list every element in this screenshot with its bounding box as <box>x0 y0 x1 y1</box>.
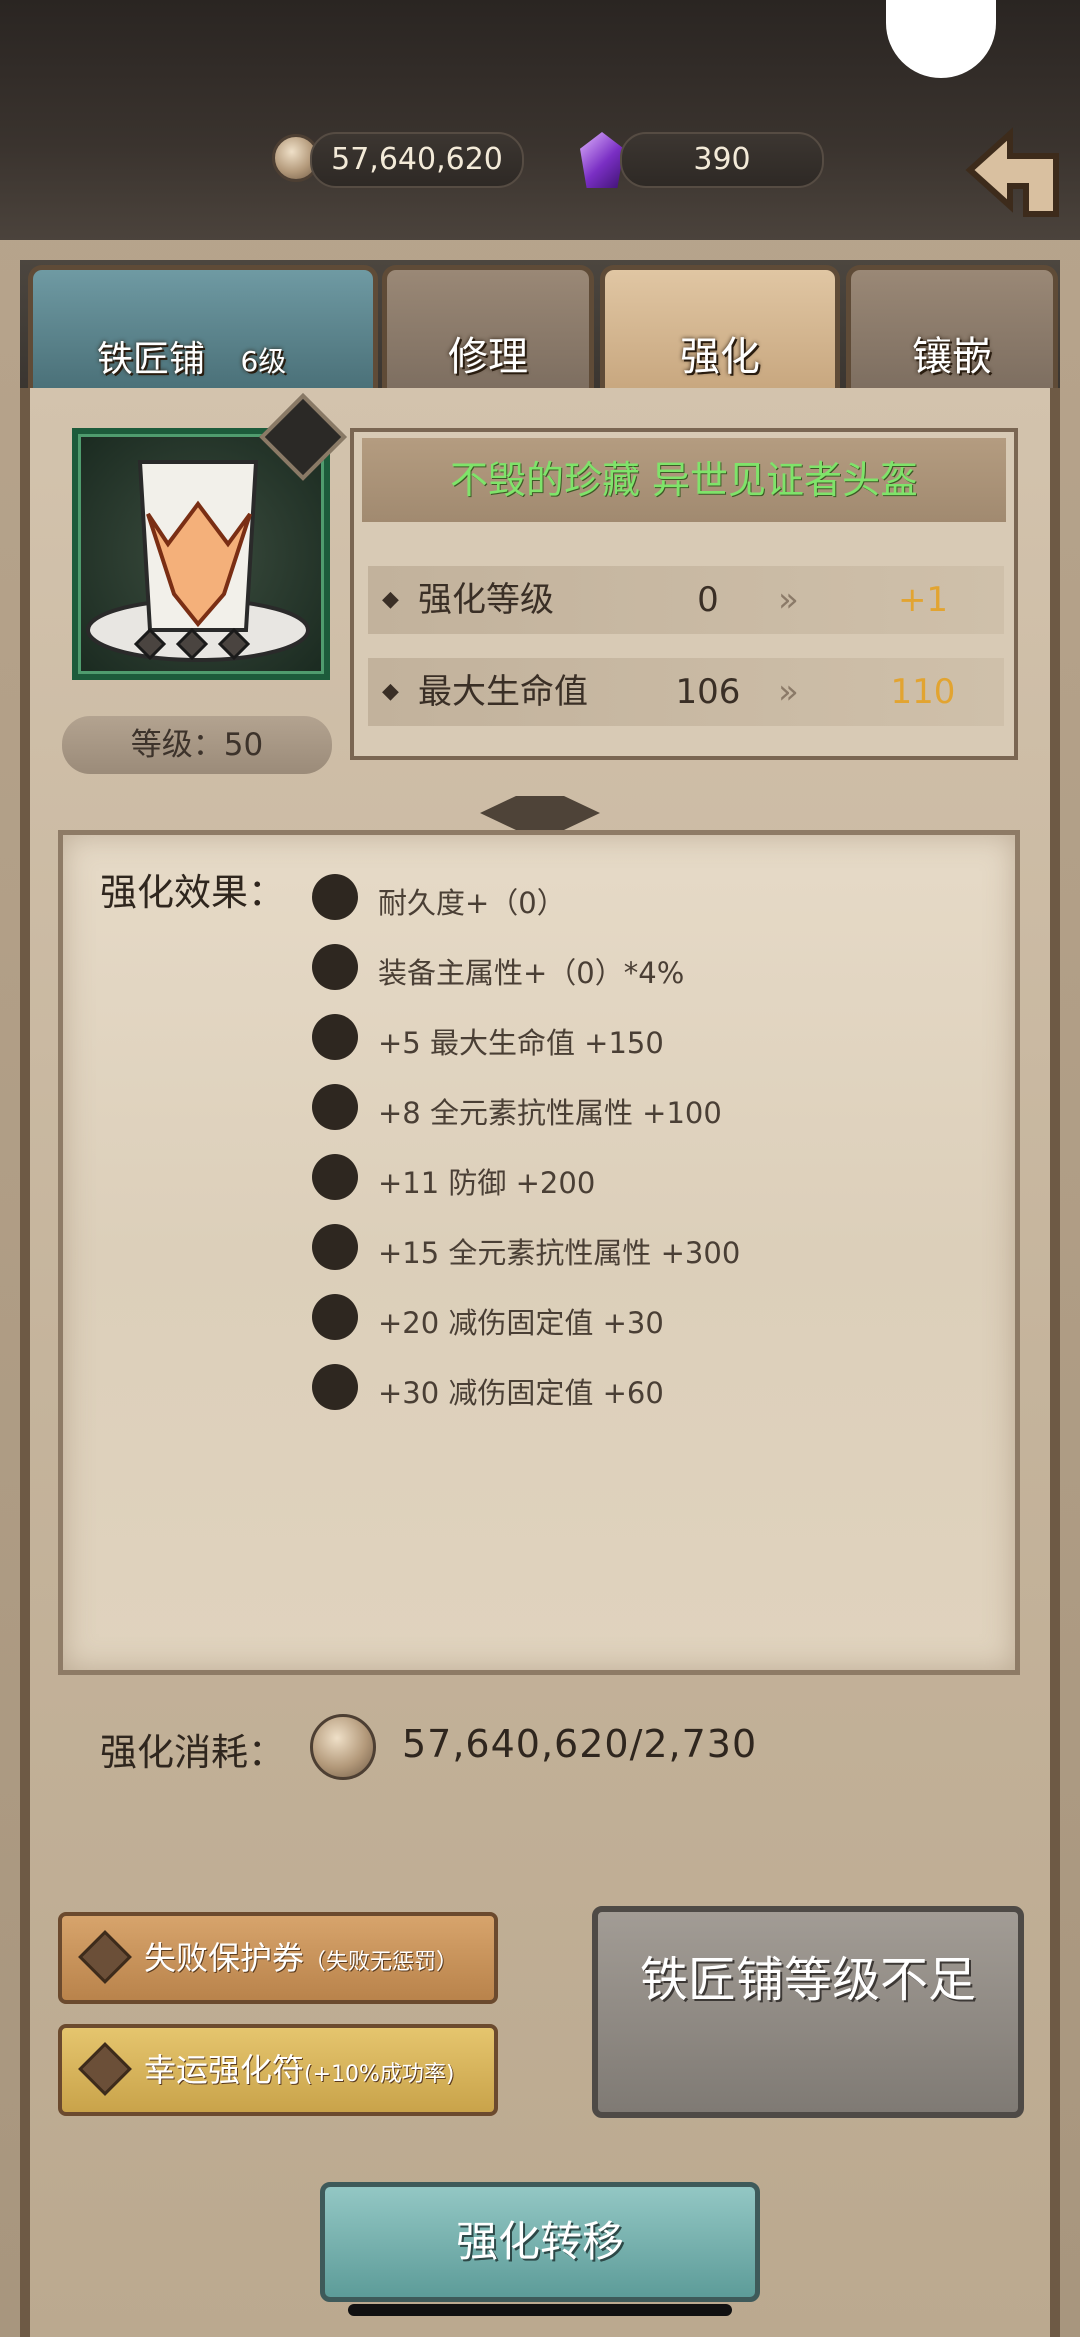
stat-row-max-hp: ◆ 最大生命值 106 » 110 <box>368 658 1004 726</box>
tab-blacksmith-label: 铁匠铺 <box>97 339 206 380</box>
effect-dot-icon <box>312 944 358 990</box>
effect-line: +11 防御 +200 <box>378 1166 596 1200</box>
effect-line: 耐久度+（0） <box>378 886 566 920</box>
lucky-charm-label: 幸运强化符 <box>144 2051 305 2089</box>
helmet-icon <box>86 460 310 662</box>
effect-line: 装备主属性+（0）*4% <box>378 956 685 990</box>
effect-dot-icon <box>312 1364 358 1410</box>
diamond-bullet-icon: ◆ <box>382 587 399 612</box>
gem-amount: 390 <box>620 132 824 188</box>
item-level: 等级：50 <box>62 716 332 774</box>
stat-current: 0 <box>697 580 719 620</box>
home-indicator <box>348 2304 732 2316</box>
tab-inlay-label: 镶嵌 <box>912 334 992 380</box>
effect-line: +8 全元素抗性属性 +100 <box>378 1096 722 1130</box>
checkbox-icon <box>78 1930 132 1984</box>
effect-dot-icon <box>312 1154 358 1200</box>
item-name: 不毁的珍藏 异世见证者头盔 <box>362 438 1006 522</box>
stat-label: 最大生命值 <box>418 672 588 712</box>
effect-line: +15 全元素抗性属性 +300 <box>378 1236 741 1270</box>
effect-dot-icon <box>312 1084 358 1130</box>
effect-dot-icon <box>312 1294 358 1340</box>
checkbox-icon <box>78 2042 132 2096</box>
coin-icon <box>310 1714 376 1780</box>
effect-line: +30 减伤固定值 +60 <box>378 1376 664 1410</box>
failure-protection-button[interactable]: 失败保护券（失败无惩罚） <box>58 1912 498 2004</box>
arrow-right-icon: » <box>778 580 799 620</box>
failure-protection-note: （失败无惩罚） <box>304 1950 459 1975</box>
lucky-charm-note: (+10%成功率) <box>304 2062 455 2087</box>
cost-value: 57,640,620/2,730 <box>402 1722 758 1766</box>
tab-blacksmith[interactable]: 铁匠铺 6级 <box>28 265 378 390</box>
enhance-transfer-button[interactable]: 强化转移 <box>320 2182 760 2302</box>
blacksmith-level: 6级 <box>240 345 287 378</box>
diamond-bullet-icon: ◆ <box>382 679 399 704</box>
tab-repair-label: 修理 <box>448 334 528 380</box>
tab-enhance[interactable]: 强化 <box>600 265 840 390</box>
tab-enhance-label: 强化 <box>680 334 760 380</box>
effect-line: +5 最大生命值 +150 <box>378 1026 664 1060</box>
stat-label: 强化等级 <box>418 580 554 620</box>
tab-repair[interactable]: 修理 <box>382 265 594 390</box>
stat-next: +1 <box>897 580 949 620</box>
cost-label: 强化消耗： <box>100 1731 285 1774</box>
effects-title: 强化效果： <box>100 871 285 914</box>
back-arrow-icon <box>965 127 1059 217</box>
enhance-button-disabled[interactable]: 铁匠铺等级不足 <box>592 1906 1024 2118</box>
lucky-charm-button[interactable]: 幸运强化符(+10%成功率) <box>58 2024 498 2116</box>
coin-amount: 57,640,620 <box>310 132 524 188</box>
failure-protection-label: 失败保护券 <box>144 1939 305 1977</box>
effect-dot-icon <box>312 1014 358 1060</box>
stat-next: 110 <box>890 672 956 712</box>
back-button[interactable] <box>960 120 1070 230</box>
arrow-right-icon: » <box>778 672 799 712</box>
effect-dot-icon <box>312 1224 358 1270</box>
effect-dot-icon <box>312 874 358 920</box>
stat-current: 106 <box>675 672 741 712</box>
effect-line: +20 减伤固定值 +30 <box>378 1306 664 1340</box>
tab-inlay[interactable]: 镶嵌 <box>846 265 1058 390</box>
stat-row-enhance-level: ◆ 强化等级 0 » +1 <box>368 566 1004 634</box>
